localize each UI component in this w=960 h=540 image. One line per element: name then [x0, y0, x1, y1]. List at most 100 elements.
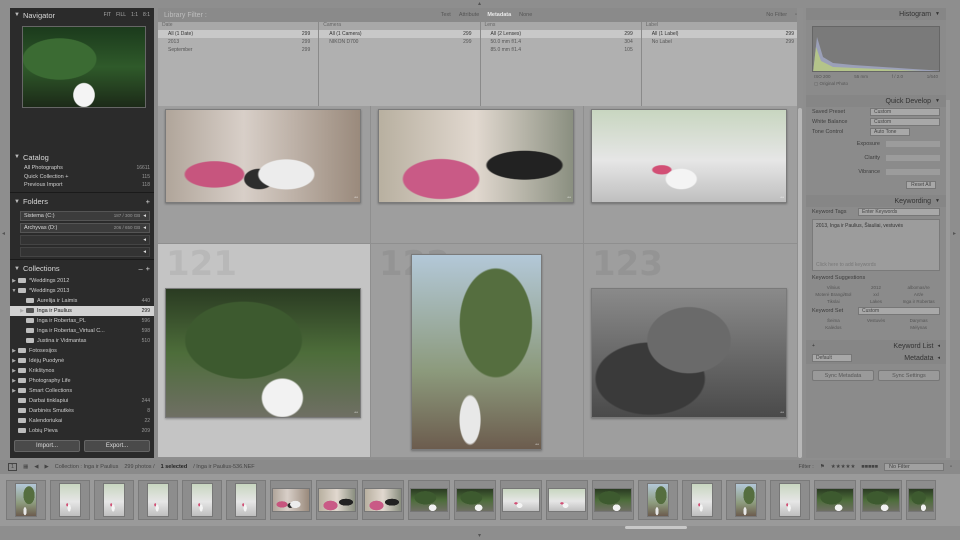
collection-set[interactable]: ▼ *Weddings 2013 — [10, 286, 154, 296]
add-folder-icon[interactable]: + — [146, 197, 150, 206]
filmstrip-thumb[interactable] — [316, 480, 358, 520]
filter-row[interactable]: All (1 Date) 299 — [158, 30, 319, 38]
collapse-triangle-icon[interactable]: ▼ — [935, 98, 940, 104]
filmstrip-thumb[interactable] — [226, 480, 266, 520]
filmstrip-thumb[interactable] — [138, 480, 178, 520]
forward-arrow-icon[interactable]: ▶ — [45, 464, 49, 470]
filmstrip-thumb[interactable] — [500, 480, 542, 520]
grid-cell[interactable]: ▫▫ — [158, 106, 371, 244]
collection-item[interactable]: Justina ir Vidmantas 510 — [10, 336, 154, 346]
rating-stars[interactable]: ★★★★★ — [831, 464, 856, 470]
filmstrip-thumb[interactable] — [362, 480, 404, 520]
collection-item[interactable]: Darbinės Šmutkės 8 — [10, 406, 154, 416]
collection-item[interactable]: Kalendoriukai 22 — [10, 416, 154, 426]
minus-icon[interactable]: – — [138, 264, 142, 273]
keyword-suggestions-row[interactable]: Keyword Suggestions — [806, 273, 946, 283]
top-panel-toggle-icon[interactable]: ▴ — [478, 0, 481, 7]
photo-thumbnail[interactable]: ▫▫ — [591, 109, 787, 203]
add-collection-icon[interactable]: + — [146, 264, 150, 273]
bottom-panel-toggle-icon[interactable]: ▾ — [478, 532, 481, 539]
grid-cell[interactable]: ▫▫ — [371, 106, 584, 244]
suggestion-item[interactable]: Art/e — [899, 292, 938, 297]
nav-fit[interactable]: FIT — [104, 12, 112, 18]
photo-thumbnail[interactable]: ▫▫ — [378, 109, 574, 203]
reset-all-button[interactable]: Reset All — [906, 181, 936, 189]
filter-preset-select[interactable]: No Filter — [884, 463, 945, 471]
filmstrip-thumb[interactable] — [546, 480, 588, 520]
back-arrow-icon[interactable]: ◀ — [34, 464, 38, 470]
filmstrip-thumb[interactable] — [726, 480, 766, 520]
collection-set[interactable]: ▶ Fotosesijos — [10, 346, 154, 356]
filmstrip-scrollbar[interactable] — [625, 526, 687, 529]
keyword-set-select[interactable]: Custom — [858, 307, 940, 315]
drive-item[interactable]: Sistema (C:) 187 / 300 GB ◂ — [20, 210, 150, 221]
catalog-item[interactable]: All Photographs 16611 — [10, 164, 154, 173]
filmstrip-thumb[interactable] — [50, 480, 90, 520]
filmstrip-thumb[interactable] — [860, 480, 902, 520]
original-photo-toggle[interactable]: ▢ Original Photo — [806, 79, 946, 89]
expand-arrow-icon[interactable]: ▶ — [10, 348, 18, 354]
export-button[interactable]: Export... — [84, 440, 150, 452]
suggestion-item[interactable]: xxl — [857, 292, 896, 297]
collapse-triangle-icon[interactable]: ▼ — [935, 198, 940, 204]
nav-fill[interactable]: FILL — [116, 12, 126, 18]
histogram-graph[interactable] — [812, 26, 940, 72]
folders-header[interactable]: ▼ Folders + — [10, 195, 154, 209]
vibrance-buttons[interactable] — [886, 169, 940, 175]
left-panel-toggle-icon[interactable]: ◂ — [2, 230, 5, 237]
collapse-triangle-icon[interactable]: ◂ — [937, 355, 940, 361]
navigator-preview[interactable] — [22, 26, 146, 108]
collapse-triangle-icon[interactable]: ▼ — [14, 199, 20, 205]
expand-arrow-icon[interactable]: ▼ — [10, 288, 18, 294]
collapse-triangle-icon[interactable]: ▼ — [14, 266, 20, 272]
filter-column-header[interactable]: Camera — [319, 22, 480, 30]
saved-preset-select[interactable]: Custom — [870, 108, 940, 116]
filter-row[interactable]: All (1 Camera) 299 — [319, 30, 480, 38]
filmstrip-thumb[interactable] — [814, 480, 856, 520]
keyword-set-item[interactable]: Šeima — [814, 318, 853, 323]
grid-cell[interactable]: ▫▫ — [584, 106, 803, 244]
keyword-set-item[interactable]: Darymas — [899, 318, 938, 323]
expand-arrow-icon[interactable]: ▶ — [10, 368, 18, 374]
keyword-set-item[interactable] — [857, 325, 896, 330]
keyword-set-item[interactable]: Mėlynas — [899, 325, 938, 330]
filter-row[interactable]: NIKON D700 299 — [319, 38, 479, 46]
filter-row[interactable]: All (1 Label) 299 — [641, 30, 802, 38]
collection-set[interactable]: ▶ *Weddings 2012 — [10, 276, 154, 286]
suggestion-item[interactable]: Tikslai — [814, 299, 853, 304]
keywords-textarea[interactable]: 2013, Inga ir Paulius, Šiauliai, vestuvė… — [812, 219, 940, 271]
expand-arrow-icon[interactable]: ▶ — [10, 388, 18, 394]
grid-view-icon[interactable]: ▦ — [23, 464, 28, 470]
catalog-item[interactable]: Quick Collection + 115 — [10, 173, 154, 182]
collection-set[interactable]: ▶ Krikštynos — [10, 366, 154, 376]
secondary-window-button[interactable]: 1 — [8, 463, 18, 471]
photo-thumbnail[interactable]: ▫▫ — [165, 109, 361, 203]
collection-set[interactable]: ▶ Idėjų Puodynė — [10, 356, 154, 366]
photo-thumbnail[interactable]: ▫▫ — [165, 288, 361, 418]
filmstrip-thumb[interactable] — [770, 480, 810, 520]
grid-scrollbar[interactable] — [797, 8, 803, 458]
collections-header[interactable]: ▼ Collections – + — [10, 262, 154, 276]
suggestion-item[interactable]: Lakes — [857, 299, 896, 304]
add-keyword-icon[interactable]: + — [812, 343, 815, 349]
filter-column-header[interactable]: Lens — [480, 22, 641, 30]
suggestion-item[interactable]: Inga ir Robertas — [899, 299, 938, 304]
photo-thumbnail[interactable]: ▫▫ — [591, 288, 787, 418]
filter-row[interactable]: All (2 Lenses) 299 — [480, 30, 641, 38]
grid-cell[interactable]: 122 ▫▫ — [371, 244, 584, 458]
collection-item[interactable]: Inga ir Robertas_Virtual C... 598 — [10, 326, 154, 336]
collection-set[interactable]: ▶ Photography Life — [10, 376, 154, 386]
drive-item[interactable]: ◂ — [20, 246, 150, 257]
filter-tab-metadata[interactable]: Metadata — [487, 12, 511, 18]
collapse-triangle-icon[interactable]: ▼ — [14, 12, 20, 18]
photo-thumbnail[interactable]: ▫▫ — [411, 254, 542, 450]
filmstrip-thumb[interactable] — [408, 480, 450, 520]
filmstrip-thumb[interactable] — [94, 480, 134, 520]
filmstrip-thumb[interactable] — [454, 480, 496, 520]
filter-row[interactable]: No Label 299 — [642, 38, 802, 46]
collection-item[interactable]: Darbai tinklapiui 244 — [10, 396, 154, 406]
nav-8-1[interactable]: 8:1 — [143, 12, 150, 18]
sync-settings-button[interactable]: Sync Settings — [878, 370, 940, 381]
filter-tab-attribute[interactable]: Attribute — [459, 12, 479, 18]
filter-switch-icon[interactable]: ▫ — [950, 464, 952, 470]
